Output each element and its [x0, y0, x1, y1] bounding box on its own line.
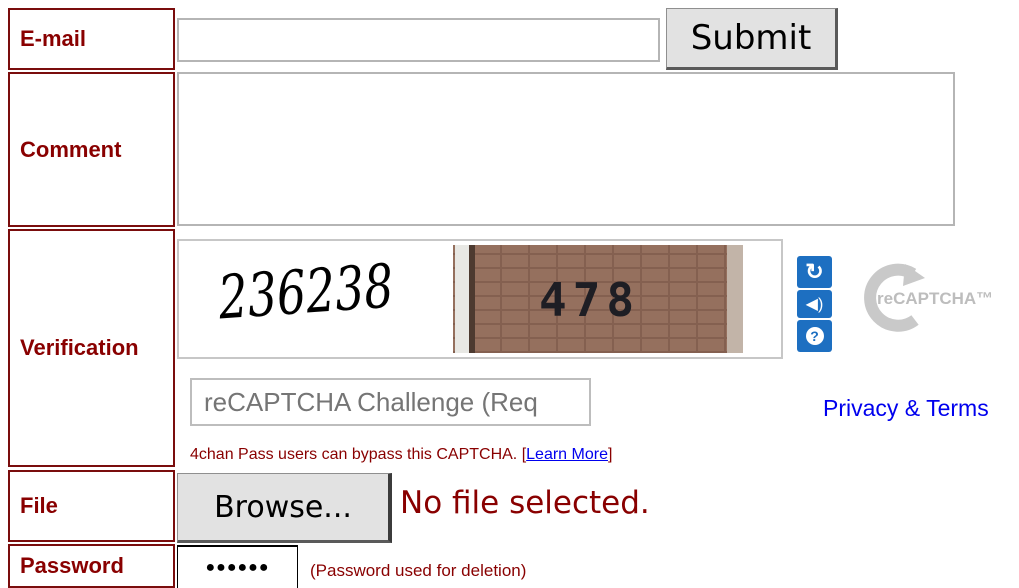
pass-notice: 4chan Pass users can bypass this CAPTCHA…: [190, 446, 612, 464]
captcha-words-graphic: 236238 478: [215, 245, 743, 353]
learn-more-link[interactable]: Learn More: [526, 446, 608, 463]
audio-icon: ◀): [805, 296, 824, 313]
captcha-image: 236238 478: [177, 239, 783, 359]
pass-notice-end: ]: [607, 446, 613, 463]
file-label: File: [8, 470, 175, 542]
browse-button-label: Browse...: [214, 489, 352, 525]
password-field[interactable]: ●●●●●●: [177, 545, 298, 588]
browse-button[interactable]: Browse...: [177, 473, 392, 543]
audio-button[interactable]: ◀): [797, 290, 832, 318]
captcha-word-1: 236238: [215, 251, 395, 333]
recaptcha-logo-text: reCAPTCHA™: [877, 289, 993, 308]
verification-label-text: Verification: [20, 335, 139, 360]
refresh-icon: ↻: [805, 259, 824, 284]
password-note: (Password used for deletion): [310, 561, 527, 580]
password-label: Password: [8, 544, 175, 588]
email-field[interactable]: [177, 18, 660, 62]
comment-label: Comment: [8, 72, 175, 227]
recaptcha-logo-icon: reCAPTCHA™: [864, 263, 993, 332]
pass-notice-text: 4chan Pass users can bypass this CAPTCHA…: [190, 446, 527, 463]
email-label: E-mail: [8, 8, 175, 70]
comment-label-text: Comment: [20, 136, 122, 162]
captcha-word-2: 478: [539, 273, 640, 327]
privacy-terms-link[interactable]: Privacy & Terms: [823, 395, 989, 422]
help-button[interactable]: ?: [797, 320, 832, 352]
verification-label: Verification: [8, 229, 175, 467]
recaptcha-logo: reCAPTCHA™: [855, 262, 1019, 337]
captcha-challenge-input[interactable]: [190, 378, 591, 426]
file-status: No file selected.: [400, 485, 650, 521]
help-icon: ?: [805, 327, 824, 345]
refresh-button[interactable]: ↻: [797, 256, 832, 288]
password-label-text: Password: [20, 553, 124, 578]
comment-field[interactable]: [177, 72, 955, 226]
email-label-text: E-mail: [20, 26, 87, 51]
submit-button-label: Submit: [690, 18, 812, 58]
password-value: ●●●●●●: [205, 558, 270, 576]
submit-button[interactable]: Submit: [666, 8, 838, 70]
file-label-text: File: [20, 493, 58, 518]
